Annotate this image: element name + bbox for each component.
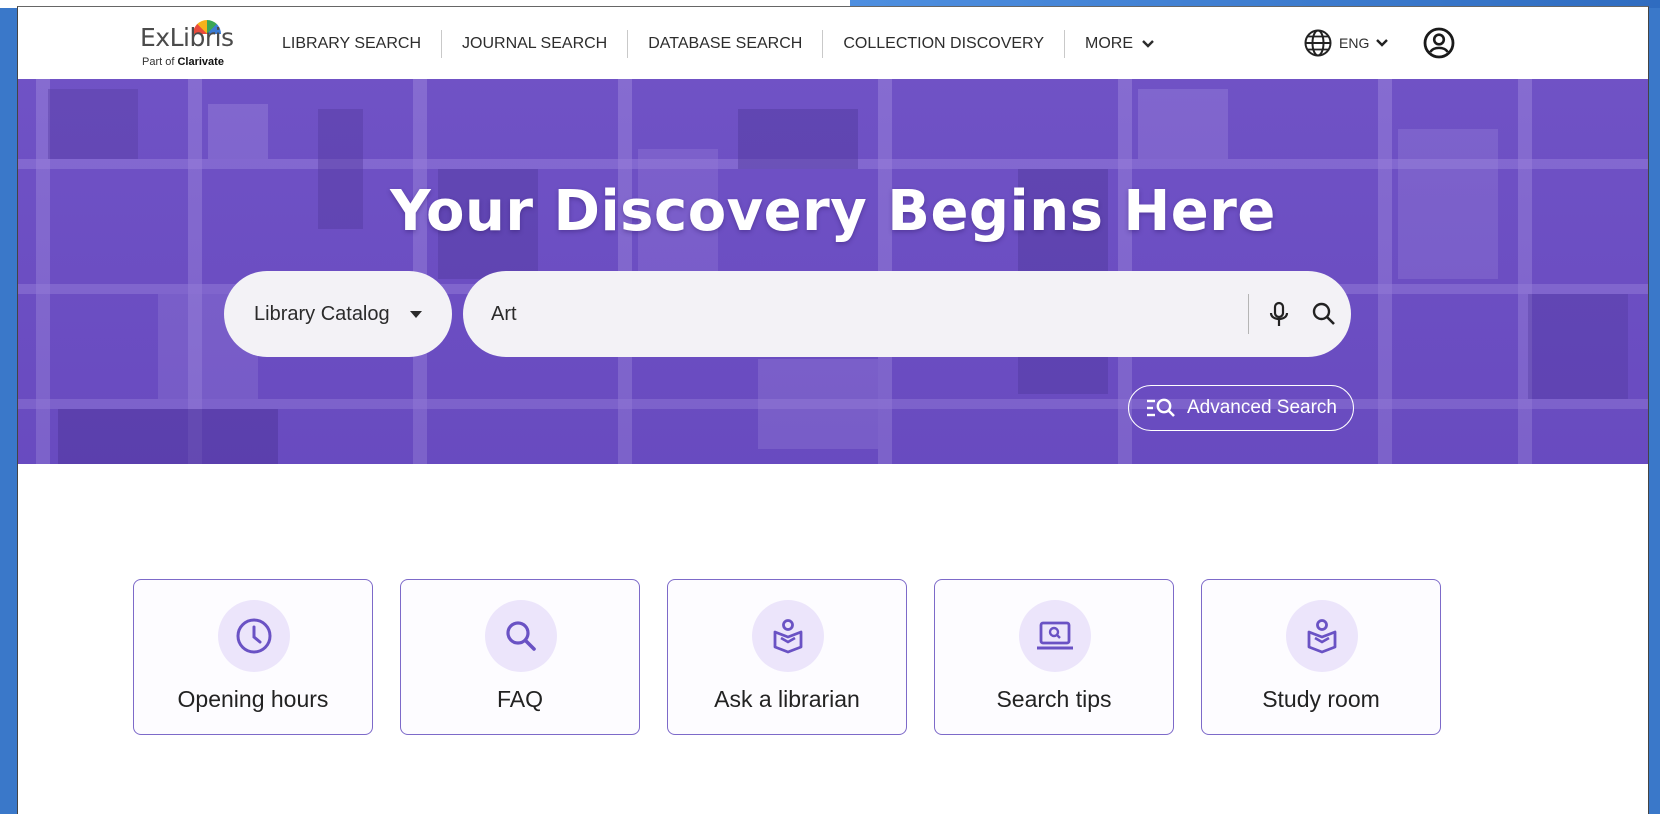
logo-subtitle: Part of Clarivate — [142, 56, 224, 68]
reader-icon — [1307, 619, 1337, 654]
search-divider — [1248, 294, 1249, 334]
microphone-icon[interactable] — [1268, 301, 1290, 329]
language-selector[interactable]: ENG — [1303, 28, 1389, 58]
tile-icon-circle — [752, 600, 824, 672]
nav-more[interactable]: MORE — [1063, 30, 1175, 58]
logo-sub-prefix: Part of — [142, 56, 178, 68]
search-scope-label: Library Catalog — [254, 302, 390, 325]
browser-page: ExLibris Part of Clarivate LIBRARY SEARC… — [17, 6, 1649, 814]
chevron-down-icon — [1376, 39, 1389, 47]
hero-title: Your Discovery Begins Here — [390, 179, 1276, 244]
tile-label: Study room — [1262, 686, 1380, 712]
top-header: ExLibris Part of Clarivate LIBRARY SEARC… — [18, 7, 1648, 79]
quick-links: Opening hours FAQ Ask a librarian Search… — [133, 579, 1443, 737]
user-account-icon[interactable] — [1423, 27, 1455, 59]
nav-collection-discovery[interactable]: COLLECTION DISCOVERY — [822, 30, 1064, 58]
exlibris-logo[interactable]: ExLibris Part of Clarivate — [140, 17, 250, 73]
nav-more-label: MORE — [1084, 35, 1133, 52]
main-nav: LIBRARY SEARCH JOURNAL SEARCH DATABASE S… — [282, 30, 1175, 58]
search-input[interactable] — [491, 271, 1211, 357]
clock-icon — [236, 618, 272, 654]
logo-sub-brand: Clarivate — [177, 56, 224, 68]
tile-faq[interactable]: FAQ — [400, 579, 640, 735]
nav-database-search[interactable]: DATABASE SEARCH — [627, 30, 822, 58]
tile-label: FAQ — [496, 686, 543, 712]
tile-icon-circle — [1286, 600, 1358, 672]
tile-opening-hours[interactable]: Opening hours — [133, 579, 373, 735]
header-tools: ENG — [1303, 27, 1455, 59]
advanced-search-button[interactable]: Advanced Search — [1128, 385, 1354, 431]
search-icon[interactable] — [1311, 301, 1337, 327]
reader-icon — [773, 619, 803, 654]
tile-label: Opening hours — [177, 686, 329, 712]
tile-label: Ask a librarian — [714, 686, 860, 712]
tile-label: Search tips — [996, 686, 1112, 712]
globe-icon — [1304, 29, 1332, 57]
laptop-search-icon — [1037, 621, 1073, 650]
language-label: ENG — [1339, 35, 1370, 51]
advanced-search-label: Advanced Search — [1187, 397, 1337, 418]
nav-library-search[interactable]: LIBRARY SEARCH — [282, 30, 441, 58]
tile-search-tips[interactable]: Search tips — [934, 579, 1174, 735]
advanced-search-icon — [1147, 398, 1175, 417]
caret-down-icon — [409, 310, 422, 318]
search-scope-dropdown[interactable]: Library Catalog — [224, 271, 452, 357]
search-icon — [506, 621, 536, 651]
chevron-down-icon — [1142, 40, 1154, 48]
nav-journal-search[interactable]: JOURNAL SEARCH — [441, 30, 627, 58]
search-bar — [463, 271, 1351, 357]
tile-study-room[interactable]: Study room — [1201, 579, 1441, 735]
hero-banner: Your Discovery Begins Here Library Catal… — [18, 79, 1648, 464]
tile-icon-circle — [1019, 600, 1091, 672]
tile-icon-circle — [485, 600, 557, 672]
tile-ask-a-librarian[interactable]: Ask a librarian — [667, 579, 907, 735]
logo-text: ExLibris — [140, 23, 234, 52]
tile-icon-circle — [218, 600, 290, 672]
